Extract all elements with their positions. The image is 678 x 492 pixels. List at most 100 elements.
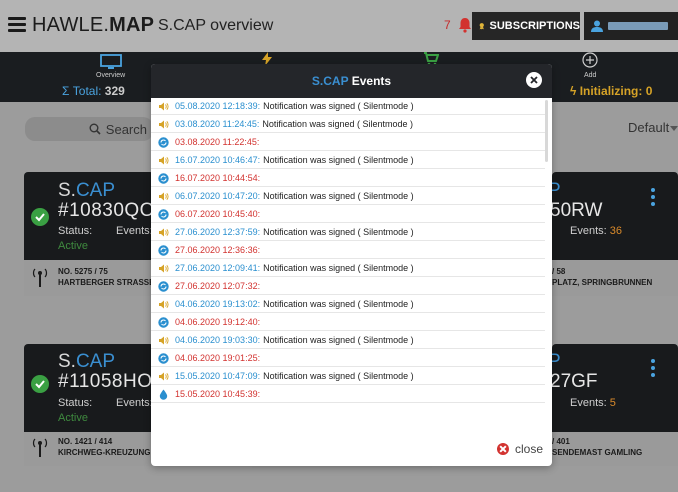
event-row: 15.05.2020 10:45:39: bbox=[151, 386, 545, 403]
event-row: 15.05.2020 10:47:09: Notification was sig… bbox=[151, 368, 545, 385]
modal-footer: close bbox=[151, 434, 552, 466]
status-label: Status: bbox=[58, 225, 93, 237]
alert-count-badge: 7 bbox=[444, 18, 451, 32]
event-text: Notification was signed ( Silentmode ) bbox=[263, 191, 414, 201]
event-row: 16.07.2020 10:44:54: bbox=[151, 170, 545, 187]
total-stat: Σ Total: 329 bbox=[62, 84, 125, 98]
chevron-down-icon[interactable] bbox=[670, 126, 678, 131]
antenna-icon bbox=[32, 268, 48, 287]
card-brand: S.CAP bbox=[58, 351, 116, 372]
close-label: close bbox=[515, 442, 544, 456]
speaker-icon bbox=[158, 371, 169, 382]
event-row: 16.07.2020 10:46:47: Notification was sig… bbox=[151, 152, 545, 169]
event-timestamp: 27.06.2020 12:07:32: bbox=[175, 281, 261, 291]
initializing-value: 0 bbox=[645, 84, 653, 98]
event-text: Notification was signed ( Silentmode ) bbox=[263, 299, 414, 309]
search-placeholder: Search bbox=[105, 121, 147, 137]
events-list[interactable]: 05.08.2020 12:18:39: Notification was sig… bbox=[151, 98, 552, 434]
event-timestamp: 27.06.2020 12:36:36: bbox=[175, 245, 261, 255]
device-id: 27GF bbox=[550, 371, 598, 392]
events-count: Events: 5 bbox=[570, 397, 616, 409]
speaker-icon bbox=[158, 263, 169, 274]
device-id: #11058HO bbox=[58, 371, 153, 392]
device-number: / 58 bbox=[552, 267, 566, 276]
speaker-icon bbox=[158, 101, 169, 112]
close-icon[interactable] bbox=[526, 72, 542, 88]
event-row: 04.06.2020 19:12:40: bbox=[151, 314, 545, 331]
device-location: SENDEMAST GAMLING bbox=[552, 448, 643, 457]
event-row: 27.06.2020 12:36:36: bbox=[151, 242, 545, 259]
card-brand: S.CAP bbox=[58, 180, 116, 201]
event-timestamp: 06.07.2020 10:45:40: bbox=[175, 209, 261, 219]
award-icon bbox=[479, 23, 484, 30]
event-row: 04.06.2020 19:13:02: Notification was sig… bbox=[151, 296, 545, 313]
status-value: Active bbox=[58, 412, 88, 424]
event-timestamp: 03.08.2020 11:22:45: bbox=[175, 137, 260, 147]
sync-icon bbox=[158, 352, 169, 364]
device-id: #10830QO bbox=[58, 200, 155, 221]
speaker-icon bbox=[158, 335, 169, 346]
device-location: HARTBERGER STRASSE bbox=[58, 278, 155, 287]
event-timestamp: 15.05.2020 10:45:39: bbox=[175, 389, 261, 399]
sync-icon bbox=[158, 136, 169, 148]
event-timestamp: 16.07.2020 10:44:54: bbox=[175, 173, 261, 183]
close-circle-icon bbox=[497, 443, 509, 455]
add-label[interactable]: Add bbox=[584, 72, 596, 79]
event-timestamp: 27.06.2020 12:09:41: bbox=[175, 263, 261, 273]
add-circle-icon[interactable] bbox=[582, 52, 598, 68]
event-timestamp: 15.05.2020 10:47:09: bbox=[175, 371, 261, 381]
events-modal: S.CAP Events 05.08.2020 12:18:39: Notific… bbox=[151, 64, 552, 466]
user-name-redacted bbox=[608, 22, 668, 30]
device-number: NO. 1421 / 414 bbox=[58, 437, 113, 446]
search-input[interactable]: Search bbox=[25, 117, 153, 141]
subscriptions-label: SUBSCRIPTIONS bbox=[489, 20, 580, 32]
event-timestamp: 06.07.2020 10:47:20: bbox=[175, 191, 261, 201]
event-row: 06.07.2020 10:45:40: bbox=[151, 206, 545, 223]
device-id: 50RW bbox=[550, 200, 603, 221]
event-timestamp: 03.08.2020 11:24:45: bbox=[175, 119, 260, 129]
sort-select[interactable]: Default bbox=[628, 120, 669, 135]
modal-title: S.CAP Events bbox=[311, 74, 392, 88]
event-timestamp: 04.06.2020 19:12:40: bbox=[175, 317, 261, 327]
event-row: 06.07.2020 10:47:20: Notification was sig… bbox=[151, 188, 545, 205]
app-logo[interactable]: HAWLE.MAP bbox=[32, 14, 154, 37]
menu-icon[interactable] bbox=[8, 14, 26, 36]
page-title: S.CAP overview bbox=[158, 17, 274, 34]
more-vert-icon[interactable] bbox=[651, 188, 655, 209]
events-label: Events: bbox=[116, 225, 153, 237]
device-location: PLATZ, SPRINGBRUNNEN bbox=[552, 278, 653, 287]
close-button[interactable]: close bbox=[497, 442, 543, 456]
events-count: Events: 36 bbox=[570, 225, 622, 237]
event-row: 03.08.2020 11:22:45: bbox=[151, 134, 545, 151]
event-timestamp: 04.06.2020 19:13:02: bbox=[175, 299, 261, 309]
overview-label[interactable]: Overview bbox=[96, 72, 125, 79]
subscriptions-button[interactable]: SUBSCRIPTIONS bbox=[472, 12, 580, 40]
user-icon bbox=[591, 20, 603, 32]
user-account-button[interactable] bbox=[584, 12, 678, 40]
sync-icon bbox=[158, 316, 169, 328]
event-row: 27.06.2020 12:07:32: bbox=[151, 278, 545, 295]
event-row: 03.08.2020 11:24:45: Notification was sig… bbox=[151, 116, 545, 133]
device-number: / 401 bbox=[552, 437, 570, 446]
antenna-icon bbox=[32, 438, 48, 457]
event-text: Notification was signed ( Silentmode ) bbox=[263, 101, 414, 111]
total-label: Total: bbox=[72, 84, 102, 98]
event-row: 04.06.2020 19:01:25: bbox=[151, 350, 545, 367]
event-timestamp: 04.06.2020 19:01:25: bbox=[175, 353, 261, 363]
speaker-icon bbox=[158, 155, 169, 166]
event-text: Notification was signed ( Silentmode ) bbox=[262, 119, 413, 129]
event-text: Notification was signed ( Silentmode ) bbox=[263, 263, 414, 273]
more-vert-icon[interactable] bbox=[651, 359, 655, 380]
event-timestamp: 27.06.2020 12:37:59: bbox=[175, 227, 261, 237]
event-row: 04.06.2020 19:03:30: Notification was sig… bbox=[151, 332, 545, 349]
event-text: Notification was signed ( Silentmode ) bbox=[263, 371, 414, 381]
monitor-icon[interactable] bbox=[100, 54, 122, 70]
event-timestamp: 04.06.2020 19:03:30: bbox=[175, 335, 261, 345]
device-number: NO. 5275 / 75 bbox=[58, 267, 108, 276]
scrollbar[interactable] bbox=[545, 100, 548, 162]
event-timestamp: 05.08.2020 12:18:39: bbox=[175, 101, 261, 111]
event-row: 05.08.2020 12:18:39: Notification was sig… bbox=[151, 98, 545, 115]
app-header: HAWLE.MAP S.CAP overview 7 SUBSCRIPTIONS bbox=[0, 0, 678, 52]
initializing-stat: ϟ Initializing: 0 bbox=[570, 84, 653, 98]
sync-icon bbox=[158, 208, 169, 220]
